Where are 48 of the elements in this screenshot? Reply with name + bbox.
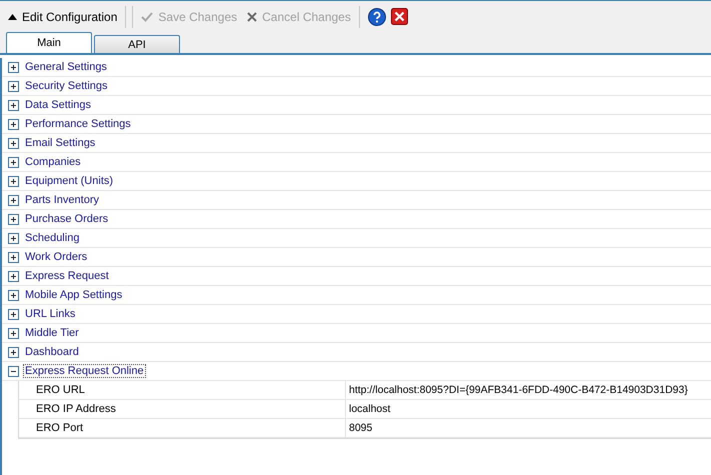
help-icon[interactable] (368, 8, 386, 26)
tab[interactable]: Main (6, 32, 92, 53)
property-name: ERO IP Address (19, 400, 346, 418)
plus-box-icon[interactable] (8, 118, 19, 130)
category-label[interactable]: Companies (23, 155, 83, 169)
plus-box-icon[interactable] (8, 328, 19, 338)
property-name: ERO URL (19, 381, 346, 399)
tab[interactable]: API (94, 35, 180, 53)
menu-button[interactable]: Edit Configuration (4, 6, 122, 26)
plus-box-icon[interactable] (8, 80, 19, 92)
category-label[interactable]: Express Request Online (23, 364, 146, 378)
plus-box-icon[interactable] (8, 156, 19, 168)
category-label[interactable]: Equipment (Units) (23, 174, 116, 188)
checkmark-icon (141, 12, 154, 22)
plus-box-icon[interactable] (8, 252, 19, 262)
category-label[interactable]: Performance Settings (23, 117, 133, 131)
plus-box-icon[interactable] (8, 232, 19, 244)
plus-box-icon[interactable] (8, 270, 19, 282)
plus-box-icon[interactable] (8, 176, 19, 186)
plus-box-icon[interactable] (8, 194, 19, 206)
category-label[interactable]: Work Orders (23, 250, 90, 264)
plus-box-icon[interactable] (8, 308, 19, 320)
plus-box-icon[interactable] (8, 290, 19, 300)
category-label[interactable]: URL Links (23, 307, 78, 321)
category-label[interactable]: Express Request (23, 269, 111, 283)
plus-box-icon[interactable] (8, 214, 19, 224)
category-label[interactable]: Security Settings (23, 79, 110, 93)
category-label[interactable]: General Settings (23, 60, 109, 74)
property-value[interactable]: localhost (346, 400, 711, 418)
category-label[interactable]: Email Settings (23, 136, 98, 150)
category-label[interactable]: Purchase Orders (23, 212, 110, 226)
category-label[interactable]: Scheduling (23, 231, 82, 245)
plus-box-icon[interactable] (8, 100, 19, 110)
property-value[interactable]: 8095 (346, 419, 711, 437)
category-label[interactable]: Parts Inventory (23, 193, 101, 207)
x-icon (247, 12, 258, 22)
category-label[interactable]: Middle Tier (23, 326, 81, 340)
category-label[interactable]: Data Settings (23, 98, 94, 112)
category-label[interactable]: Mobile App Settings (23, 288, 124, 302)
plus-box-icon[interactable] (8, 62, 19, 72)
property-value[interactable]: http://localhost:8095?DI={99AFB341-6FDD-490C-B472-B14903D31D93} (346, 381, 711, 399)
property-name: ERO Port (19, 419, 346, 437)
minus-box-icon[interactable] (8, 366, 19, 376)
plus-box-icon[interactable] (8, 346, 19, 358)
category-label[interactable]: Dashboard (23, 345, 81, 359)
plus-box-icon[interactable] (8, 138, 19, 148)
close-icon[interactable] (390, 8, 408, 25)
collapse-triangle-icon (8, 14, 17, 20)
